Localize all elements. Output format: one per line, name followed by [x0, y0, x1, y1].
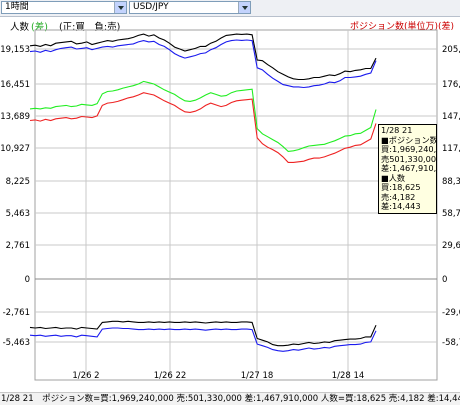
series-line-3 [29, 92, 377, 163]
left-tick-label: -5,463 [3, 338, 30, 348]
right-tick-label: -58,713 [442, 338, 460, 348]
series-line-0 [29, 33, 377, 81]
series-line-1 [29, 39, 377, 89]
left-tick-label: 16,451 [0, 80, 30, 90]
left-tick-label: 8,225 [6, 177, 30, 187]
right-tick-label: 0 [442, 275, 447, 285]
x-tick-label: 1/26 22 [154, 371, 187, 381]
left-tick-label: -2,761 [3, 308, 30, 318]
right-tick-label: 176,787 [442, 80, 460, 90]
data-tooltip: 1/28 21 ■ポジション数 買:1,969,240,000 売501,330… [378, 124, 437, 214]
left-tick-label: 5,463 [6, 209, 30, 219]
x-tick-label: 1/28 14 [332, 371, 365, 381]
right-tick-label: -29,679 [442, 308, 460, 318]
right-tick-label: 205,821 [442, 45, 460, 55]
left-tick-label: 2,761 [6, 241, 30, 251]
status-bar: 1/28 21 ポジション数=買:1,969,240,000 売:501,330… [0, 392, 460, 405]
right-tick-label: 88,393 [442, 177, 460, 187]
plot-frame [34, 29, 438, 381]
right-tick-label: 147,107 [442, 112, 460, 122]
left-tick-label: 0 [25, 275, 30, 285]
x-tick-label: 1/26 2 [72, 371, 99, 381]
left-tick-label: 19,153 [0, 45, 30, 55]
x-tick-label: 1/27 18 [241, 371, 274, 381]
tooltip-people-diff: 差:14,443 [381, 201, 421, 211]
left-tick-label: 10,927 [0, 144, 30, 154]
series-line-5 [29, 327, 377, 352]
left-tick-label: 13,689 [0, 112, 30, 122]
right-tick-label: 117,427 [442, 144, 460, 154]
right-tick-label: 29,679 [442, 241, 460, 251]
right-tick-label: 58,713 [442, 209, 460, 219]
